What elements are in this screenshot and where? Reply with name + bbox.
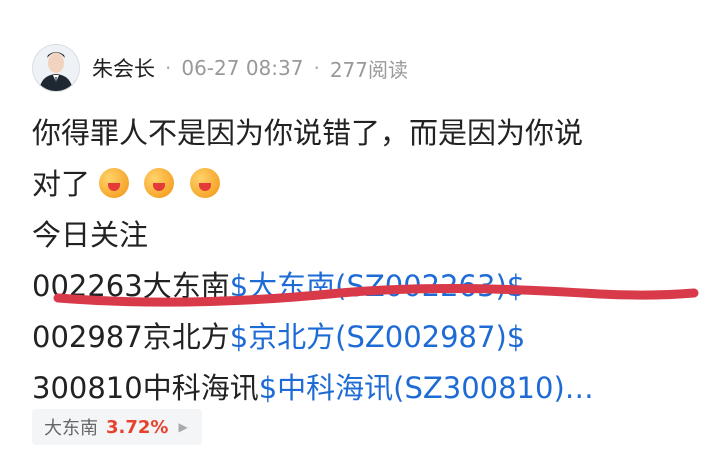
stock-code-name: 300810中科海讯 (32, 371, 259, 405)
watermelon-face-emoji (189, 168, 220, 198)
post-date: 06-27 08:37 (181, 56, 304, 80)
post-text-line: 你得罪人不是因为你说错了，而是因为你说 (32, 116, 584, 150)
post-meta: 朱会长 · 06-27 08:37 · 277阅读 (92, 53, 408, 83)
avatar-image (33, 45, 79, 91)
chip-stock-change: 3.72% (106, 416, 169, 438)
post-header: 朱会长 · 06-27 08:37 · 277阅读 (32, 44, 408, 92)
read-count: 277阅读 (329, 57, 409, 82)
chevron-right-icon: ▶ (178, 420, 188, 434)
stock-mention-line: 002987京北方$京北方(SZ002987)$ (32, 312, 692, 363)
avatar[interactable] (32, 44, 80, 92)
stock-link[interactable]: $大东南(SZ002263)$ (230, 269, 526, 303)
separator-dot: · (313, 56, 320, 80)
stock-mention-line: 002263大东南$大东南(SZ002263)$ (32, 261, 692, 312)
stock-link[interactable]: $中科海讯(SZ300810)… (259, 371, 594, 405)
post-text-line: 今日关注 (32, 218, 149, 252)
stock-code-name: 002987京北方 (32, 320, 230, 354)
stock-link[interactable]: $京北方(SZ002987)$ (230, 320, 526, 354)
post-body: 你得罪人不是因为你说错了，而是因为你说 对了 今日关注 002263大东南$大东… (32, 108, 692, 414)
post-text: 对了 (32, 167, 91, 201)
post-text-line: 对了 (32, 159, 692, 210)
watermelon-face-emoji (99, 168, 130, 198)
separator-dot: · (165, 56, 172, 80)
chip-stock-name: 大东南 (44, 418, 98, 439)
watermelon-face-emoji (144, 168, 175, 198)
stock-code-name: 002263大东南 (32, 269, 230, 303)
stock-mention-line: 300810中科海讯$中科海讯(SZ300810)… (32, 363, 692, 414)
author-name[interactable]: 朱会长 (92, 53, 155, 83)
stock-quote-chip[interactable]: 大东南 3.72% ▶ (32, 409, 202, 445)
